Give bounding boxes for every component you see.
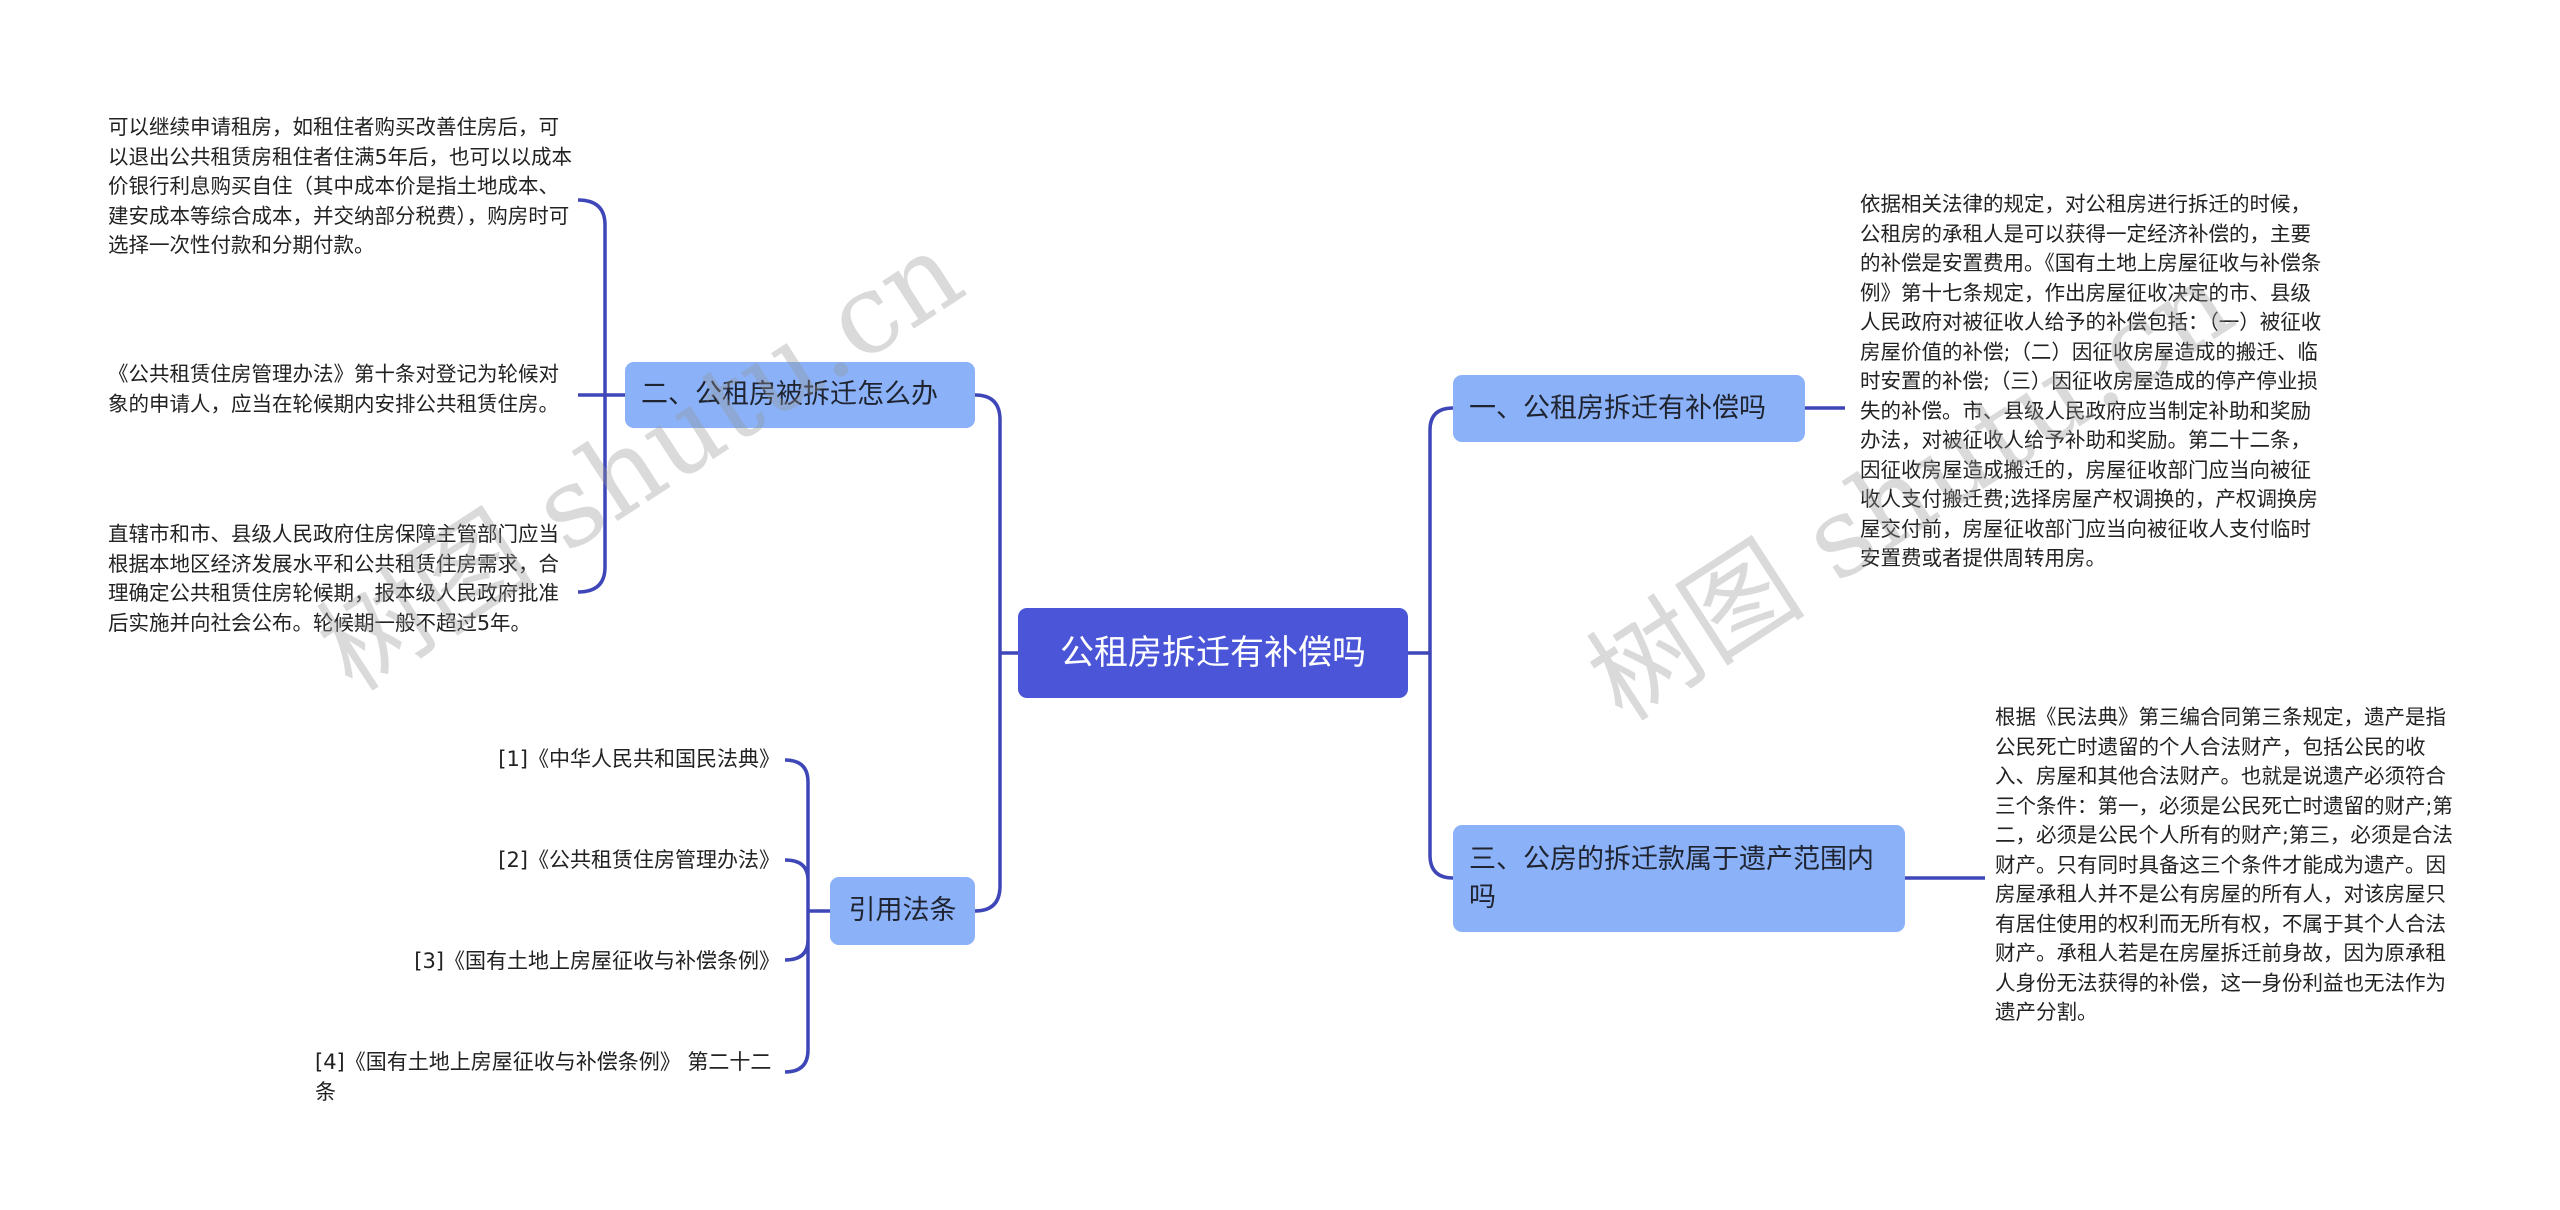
reference-item[interactable]: [3]《国有土地上房屋征收与补偿条例》 xyxy=(340,946,780,976)
leaf-text-waiting-list-rule: 《公共租赁住房管理办法》第十条对登记为轮候对象的申请人，应当在轮候期内安排公共租… xyxy=(108,362,559,416)
branch-node-compensation[interactable]: 一、公租房拆迁有补偿吗 xyxy=(1453,375,1805,442)
branch-label: 三、公房的拆迁款属于遗产范围内吗 xyxy=(1469,843,1874,913)
reference-item[interactable]: [2]《公共租赁住房管理办法》 xyxy=(420,845,780,875)
connector-left-top-children xyxy=(577,198,625,594)
branch-node-relocation-handling[interactable]: 二、公租房被拆迁怎么办 xyxy=(625,362,975,428)
connector-right-trunk xyxy=(1428,406,1454,880)
branch-label: 二、公租房被拆迁怎么办 xyxy=(641,379,938,410)
branch-label: 一、公租房拆迁有补偿吗 xyxy=(1469,392,1766,424)
mind-map-canvas: 公租房拆迁有补偿吗 二、公租房被拆迁怎么办 可以继续申请租房，如租住者购买改善住… xyxy=(0,0,2560,1210)
root-node[interactable]: 公租房拆迁有补偿吗 xyxy=(1018,608,1408,698)
branch-node-cited-laws[interactable]: 引用法条 xyxy=(830,877,975,945)
root-label: 公租房拆迁有补偿吗 xyxy=(1060,633,1366,673)
connector-left-trunk xyxy=(974,393,1002,913)
reference-item[interactable]: [4]《国有土地上房屋征收与补偿条例》 第二十二条 xyxy=(315,1047,775,1107)
leaf-text-compensation-detail: 依据相关法律的规定，对公租房进行拆迁的时候，公租房的承租人是可以获得一定经济补偿… xyxy=(1860,192,2322,570)
leaf-text-inheritance-detail: 根据《民法典》第三编合同第三条规定，遗产是指公民死亡时遗留的个人合法财产，包括公… xyxy=(1995,705,2453,1024)
branch-label: 引用法条 xyxy=(848,895,957,926)
reference-item[interactable]: [1]《中华人民共和国民法典》 xyxy=(420,744,780,774)
branch-node-inheritance[interactable]: 三、公房的拆迁款属于遗产范围内吗 xyxy=(1453,825,1905,932)
leaf-text-rental-purchase: 可以继续申请租房，如租住者购买改善住房后，可以退出公共租赁房租住者住满5年后，也… xyxy=(108,115,573,257)
connector-refs xyxy=(784,758,830,1074)
leaf-text-waiting-period: 直辖市和市、县级人民政府住房保障主管部门应当根据本地区经济发展水平和公共租赁住房… xyxy=(108,522,559,635)
